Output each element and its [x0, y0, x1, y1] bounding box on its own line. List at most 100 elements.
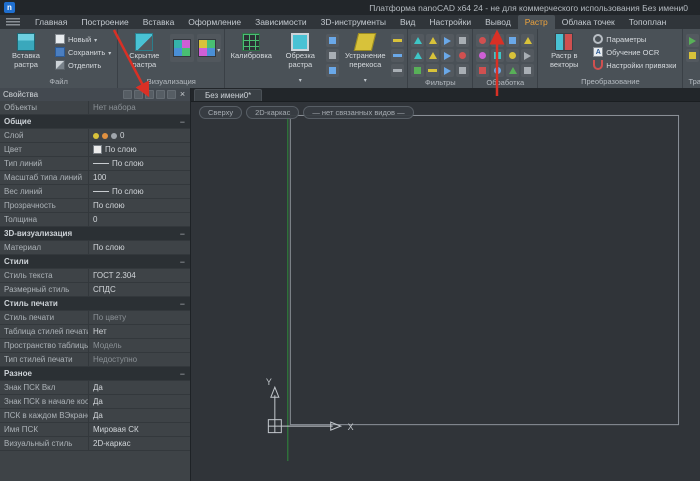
menu-tab[interactable]: Построение: [74, 15, 135, 29]
tool-icon[interactable]: [441, 49, 455, 62]
ribbon-button[interactable]: Новый: [52, 33, 114, 45]
property-row[interactable]: Размерный стиль СПДС: [0, 283, 190, 297]
menu-tab[interactable]: Растр: [517, 15, 555, 29]
ribbon-button[interactable]: Отделить: [52, 59, 114, 71]
property-row[interactable]: Имя ПСК Мировая СК: [0, 423, 190, 437]
menu-tab[interactable]: Настройки: [422, 15, 478, 29]
app-logo-icon[interactable]: n: [4, 2, 15, 13]
tool-icon[interactable]: [326, 64, 340, 77]
tool-icon[interactable]: [686, 49, 700, 62]
props-section-header[interactable]: Стили: [0, 255, 190, 269]
ribbon-button[interactable]: Обучение OCR: [590, 46, 679, 58]
hamburger-menu-icon[interactable]: [6, 18, 20, 27]
tool-icon[interactable]: [441, 34, 455, 47]
ribbon-button[interactable]: Растр в векторы: [541, 31, 587, 69]
property-row[interactable]: Пространство таблицы с... Модель: [0, 339, 190, 353]
menu-tab[interactable]: Оформление: [181, 15, 248, 29]
property-row[interactable]: Масштаб типа линий 100: [0, 171, 190, 185]
tool-icon[interactable]: [456, 34, 470, 47]
ribbon-button[interactable]: Калибровка: [228, 31, 274, 61]
property-row[interactable]: Объекты Нет набора: [0, 101, 190, 115]
visual-style-button[interactable]: 2D-каркас: [246, 106, 300, 119]
menu-tab[interactable]: Вид: [393, 15, 422, 29]
menu-tab[interactable]: Вывод: [478, 15, 518, 29]
cursor-icon[interactable]: [123, 90, 132, 99]
tool-icon[interactable]: [491, 64, 505, 77]
tool-icon[interactable]: [426, 49, 440, 62]
ribbon-button[interactable]: Вставка растра: [3, 31, 49, 69]
tool-icon[interactable]: [391, 64, 405, 77]
filter-icon[interactable]: [134, 90, 143, 99]
property-row[interactable]: Стиль текста ГОСТ 2.304: [0, 269, 190, 283]
tool-icon[interactable]: [411, 64, 425, 77]
props-section-header[interactable]: Общие: [0, 115, 190, 129]
props-section-header[interactable]: Разное: [0, 367, 190, 381]
tool-icon[interactable]: [426, 64, 440, 77]
tool-icon[interactable]: [521, 64, 535, 77]
tool-icon[interactable]: [326, 34, 340, 47]
pin-icon[interactable]: [156, 90, 165, 99]
tool-icon[interactable]: [476, 49, 490, 62]
document-tab[interactable]: Без имени0*: [194, 89, 263, 101]
property-row[interactable]: Знак ПСК Вкл Да: [0, 381, 190, 395]
ribbon-button[interactable]: [170, 34, 195, 62]
tool-icon[interactable]: [391, 49, 405, 62]
tool-icon[interactable]: [686, 34, 700, 47]
menu-tab[interactable]: Зависимости: [248, 15, 314, 29]
tool-icon[interactable]: [326, 49, 340, 62]
property-row[interactable]: Прозрачность По слою: [0, 199, 190, 213]
drawing-canvas[interactable]: Сверху 2D-каркас — нет связанных видов —…: [191, 102, 700, 481]
tool-icon[interactable]: [491, 34, 505, 47]
property-value-text: Да: [93, 411, 103, 420]
tool-icon[interactable]: [411, 34, 425, 47]
ribbon-button[interactable]: Сохранить: [52, 46, 114, 58]
props-section-header[interactable]: Стиль печати: [0, 297, 190, 311]
props-section-header[interactable]: 3D-визуализация: [0, 227, 190, 241]
property-row[interactable]: Тип линий По слою: [0, 157, 190, 171]
property-row[interactable]: Слой 0: [0, 129, 190, 143]
property-row[interactable]: Вес линий По слою: [0, 185, 190, 199]
property-row[interactable]: ПСК в каждом ВЭкране Да: [0, 409, 190, 423]
tool-icon[interactable]: [521, 49, 535, 62]
property-row[interactable]: Цвет По слою: [0, 143, 190, 157]
property-value-text: Да: [93, 383, 103, 392]
ribbon-button[interactable]: Настройки привязки: [590, 59, 679, 71]
property-row[interactable]: Визуальный стиль 2D-каркас: [0, 437, 190, 451]
tool-icon[interactable]: [476, 34, 490, 47]
tool-icon[interactable]: [506, 34, 520, 47]
gear-icon[interactable]: [167, 90, 176, 99]
tool-icon[interactable]: [456, 49, 470, 62]
menu-tab[interactable]: Топоплан: [622, 15, 674, 29]
tool-icon[interactable]: [391, 34, 405, 47]
ribbon-button[interactable]: Параметры: [590, 33, 679, 45]
menu-tab[interactable]: Главная: [28, 15, 74, 29]
ribbon-button[interactable]: [197, 34, 222, 62]
ribbon-button[interactable]: Устранение перекоса: [342, 31, 388, 87]
property-row[interactable]: Тип стилей печати Недоступно: [0, 353, 190, 367]
ribbon-button[interactable]: Обрезка растра: [277, 31, 323, 87]
menu-tab[interactable]: 3D-инструменты: [314, 15, 393, 29]
tool-glyph: [494, 37, 502, 44]
property-row[interactable]: Стиль печати По цвету: [0, 311, 190, 325]
property-row[interactable]: Толщина 0: [0, 213, 190, 227]
ribbon-button[interactable]: Скрытие растра: [121, 31, 167, 69]
tool-icon[interactable]: [456, 64, 470, 77]
tool-icon[interactable]: [491, 49, 505, 62]
linked-views-button[interactable]: — нет связанных видов —: [303, 106, 414, 119]
tool-icon[interactable]: [521, 34, 535, 47]
menu-tab[interactable]: Вставка: [136, 15, 182, 29]
tool-icon[interactable]: [506, 49, 520, 62]
property-row[interactable]: Знак ПСК в начале коор... Да: [0, 395, 190, 409]
tool-icon[interactable]: [506, 64, 520, 77]
tool-icon[interactable]: [411, 49, 425, 62]
tool-icon[interactable]: [426, 34, 440, 47]
tool-icon[interactable]: [476, 64, 490, 77]
view-orientation-button[interactable]: Сверху: [199, 106, 243, 119]
menu-tab[interactable]: Облака точек: [555, 15, 622, 29]
tool-icon[interactable]: [441, 64, 455, 77]
property-row[interactable]: Материал По слою: [0, 241, 190, 255]
close-icon[interactable]: [178, 90, 187, 99]
property-value-text: По слою: [112, 187, 144, 196]
property-row[interactable]: Таблица стилей печати Нет: [0, 325, 190, 339]
grid-icon[interactable]: [145, 90, 154, 99]
